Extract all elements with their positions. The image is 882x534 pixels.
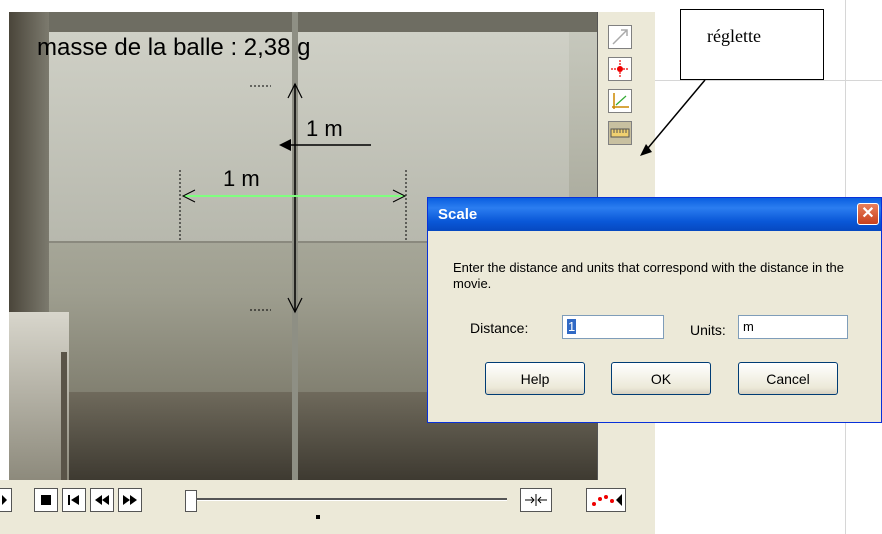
help-button[interactable]: Help — [485, 362, 585, 395]
play-icon[interactable] — [0, 488, 12, 512]
fast-forward-icon[interactable] — [118, 488, 142, 512]
ok-button[interactable]: OK — [611, 362, 711, 395]
cancel-button[interactable]: Cancel — [738, 362, 838, 395]
stop-icon[interactable] — [34, 488, 58, 512]
scale-dialog: Scale ✕ Enter the distance and units tha… — [427, 197, 882, 423]
slider-tick-mark — [316, 515, 320, 519]
close-icon[interactable]: ✕ — [857, 203, 879, 225]
fit-frame-icon[interactable] — [520, 488, 552, 512]
rewind-icon[interactable] — [90, 488, 114, 512]
dialog-message: Enter the distance and units that corres… — [453, 260, 844, 291]
playback-slider-thumb[interactable] — [185, 490, 197, 512]
dialog-titlebar[interactable]: Scale ✕ — [428, 198, 881, 231]
trail-points-icon[interactable] — [586, 488, 626, 512]
units-field[interactable]: m — [738, 315, 848, 339]
step-back-icon[interactable] — [62, 488, 86, 512]
units-label: Units: — [690, 322, 726, 338]
distance-label: Distance: — [470, 320, 529, 336]
callout-line — [647, 79, 706, 149]
playback-slider-track[interactable] — [197, 498, 507, 501]
callout-box: réglette — [680, 9, 824, 80]
distance-value: 1 — [567, 319, 577, 334]
dialog-title: Scale — [438, 206, 478, 223]
player-controls — [0, 480, 655, 534]
callout-label: réglette — [707, 26, 761, 46]
distance-field[interactable]: 1 — [562, 315, 664, 339]
